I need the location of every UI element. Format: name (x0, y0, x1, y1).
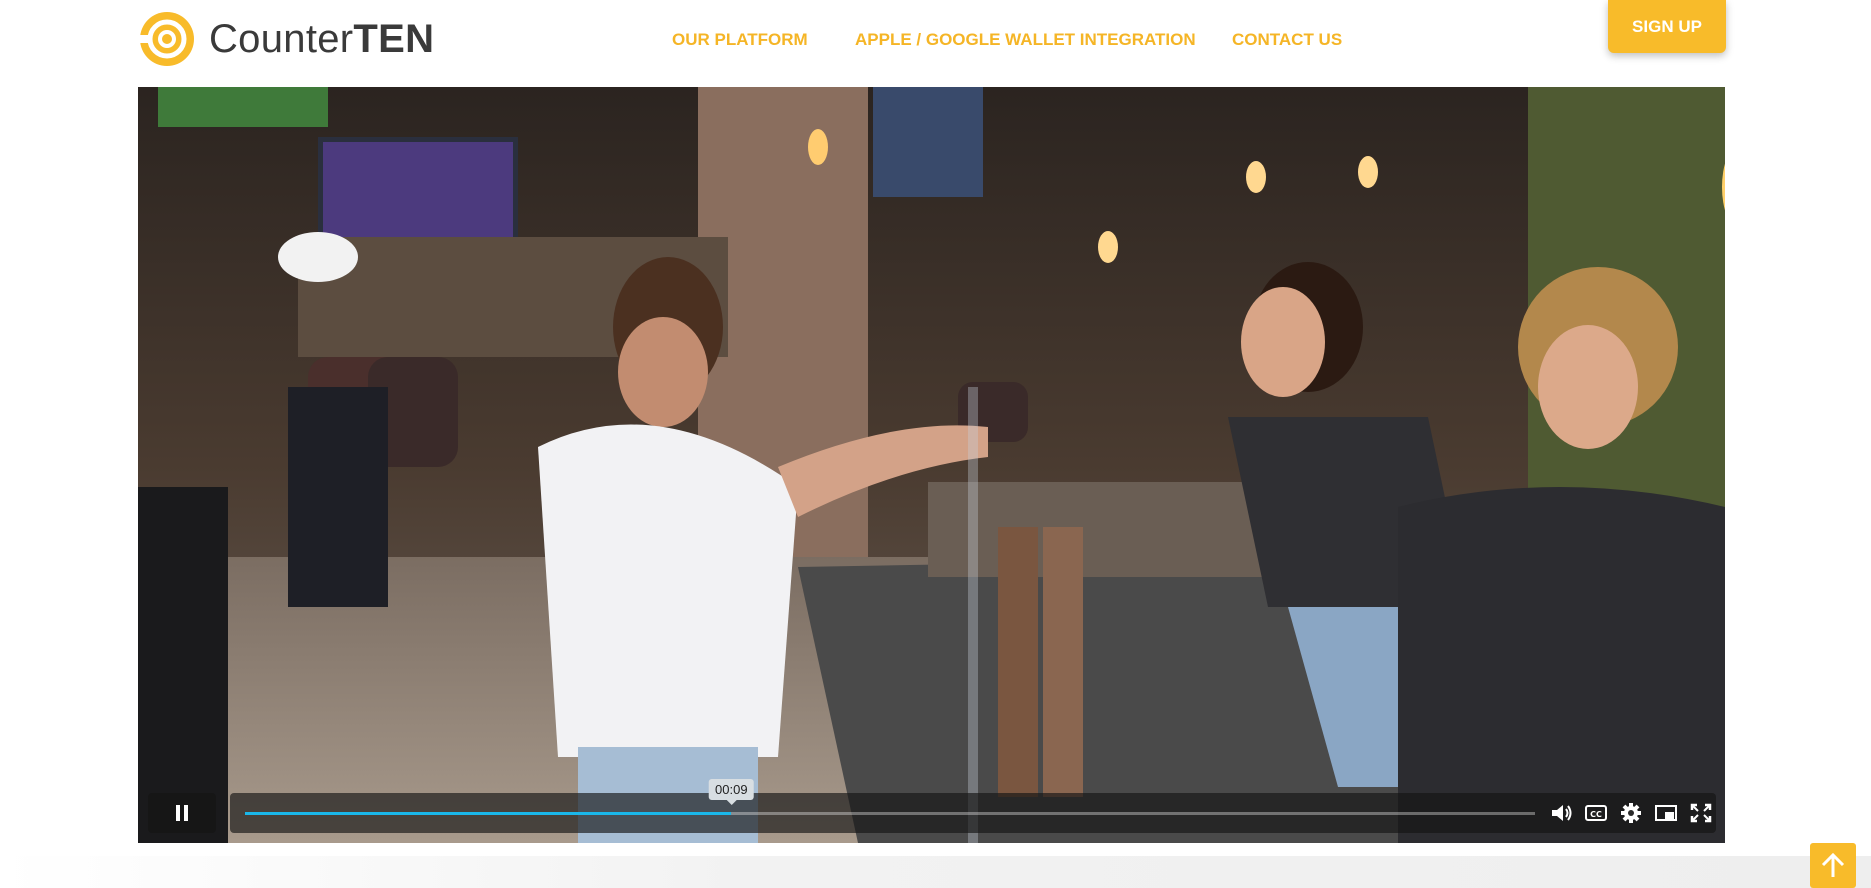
nav-item-our-platform[interactable]: OUR PLATFORM (672, 30, 808, 50)
site-header: CounterTEN OUR PLATFORM APPLE / GOOGLE W… (0, 0, 1871, 86)
pip-button[interactable] (1653, 801, 1679, 825)
gear-icon (1621, 803, 1641, 823)
volume-button[interactable] (1548, 801, 1574, 825)
control-bar: 00:09 CC (230, 779, 1716, 833)
cc-icon: CC (1585, 805, 1607, 821)
pause-button[interactable] (148, 793, 216, 833)
fullscreen-button[interactable] (1688, 801, 1714, 825)
progress-bar[interactable]: 00:09 (245, 779, 1535, 815)
sign-up-button[interactable]: SIGN UP (1608, 0, 1726, 53)
volume-icon (1552, 805, 1572, 821)
nav-item-wallet-integration[interactable]: APPLE / GOOGLE WALLET INTEGRATION (855, 30, 1196, 50)
time-tooltip: 00:09 (709, 779, 754, 805)
arrow-up-icon (1821, 852, 1845, 877)
settings-button[interactable] (1618, 801, 1644, 825)
video-frame (138, 87, 1725, 843)
nav-item-contact-us[interactable]: CONTACT US (1232, 30, 1342, 50)
picture-in-picture-icon (1655, 805, 1677, 821)
pause-icon (176, 805, 188, 821)
content-strip (0, 856, 1871, 888)
progress-fill (245, 812, 732, 815)
video-player[interactable]: 00:09 CC (138, 87, 1725, 843)
captions-button[interactable]: CC (1583, 801, 1609, 825)
video-controls: 00:09 CC (148, 779, 1716, 833)
fullscreen-icon (1690, 803, 1712, 823)
svg-text:CC: CC (1590, 810, 1602, 819)
main-nav: OUR PLATFORM APPLE / GOOGLE WALLET INTEG… (0, 30, 1871, 52)
scroll-to-top-button[interactable] (1810, 843, 1856, 888)
